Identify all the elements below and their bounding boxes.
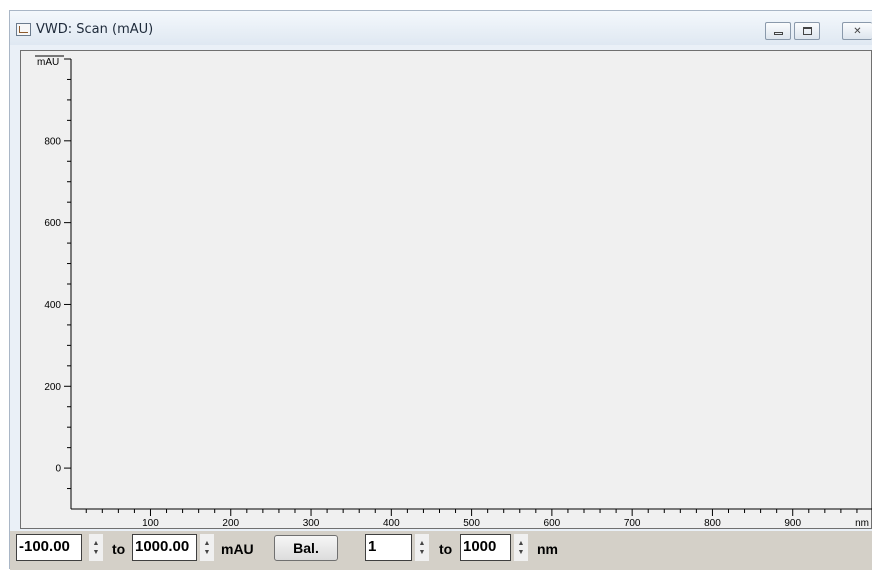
x-tick-label: 800 (704, 518, 721, 529)
y-tick-label: 0 (55, 464, 61, 475)
x-tick-label: 600 (544, 518, 561, 529)
spin-down-icon[interactable]: ▼ (204, 548, 211, 557)
y-min-input[interactable]: -100.00 (16, 534, 82, 561)
spin-up-icon[interactable]: ▲ (518, 539, 525, 548)
spin-down-icon[interactable]: ▼ (93, 548, 100, 557)
x-tick-label: 700 (624, 518, 641, 529)
x-tick-label: 900 (784, 518, 801, 529)
scan-window: VWD: Scan (mAU) ✕ 0 200 400 600 800 mAU 100 200… (9, 10, 872, 570)
y-tick-label: 800 (44, 136, 61, 147)
y-axis-label: mAU (37, 57, 59, 68)
chart-window-icon[interactable] (16, 23, 31, 36)
x-axis-label: nm (855, 518, 869, 529)
close-icon: ✕ (853, 25, 862, 37)
close-button[interactable]: ✕ (842, 22, 872, 40)
maximize-button[interactable] (794, 22, 820, 40)
y-tick-label: 400 (44, 300, 61, 311)
x-min-spinner[interactable]: ▲ ▼ (415, 534, 429, 561)
x-range-to-label: to (439, 541, 453, 557)
spin-up-icon[interactable]: ▲ (204, 539, 211, 548)
y-min-spinner[interactable]: ▲ ▼ (89, 534, 103, 561)
plot-area[interactable]: 0 200 400 600 800 mAU 100 200 300 400 500 600 700 800… (20, 50, 872, 529)
spin-down-icon[interactable]: ▼ (419, 548, 426, 557)
maximize-icon (802, 27, 812, 35)
x-tick-label: 500 (463, 518, 480, 529)
x-max-input[interactable]: 1000 (460, 534, 511, 561)
scale-controls: -100.00 ▲ ▼ to 1000.00 ▲ ▼ mAU Bal. 1 ▲ … (10, 531, 872, 570)
minimize-icon (773, 32, 783, 35)
y-max-spinner[interactable]: ▲ ▼ (200, 534, 214, 561)
scan-chart: 0 200 400 600 800 mAU 100 200 300 400 500 600 700 800… (35, 55, 872, 529)
x-tick-label: 200 (222, 518, 239, 529)
y-tick-label: 200 (44, 382, 61, 393)
window-title: VWD: Scan (mAU) (36, 22, 154, 37)
spin-up-icon[interactable]: ▲ (93, 539, 100, 548)
x-max-spinner[interactable]: ▲ ▼ (514, 534, 528, 561)
x-unit-label: nm (537, 541, 558, 557)
y-unit-label: mAU (221, 541, 254, 557)
y-max-input[interactable]: 1000.00 (132, 534, 197, 561)
x-min-input[interactable]: 1 (365, 534, 412, 561)
x-tick-label: 400 (383, 518, 400, 529)
spin-up-icon[interactable]: ▲ (419, 539, 426, 548)
y-tick-label: 600 (44, 218, 61, 229)
x-tick-label: 300 (303, 518, 320, 529)
title-bar[interactable]: VWD: Scan (mAU) ✕ (10, 11, 872, 45)
y-range-to-label: to (112, 541, 126, 557)
spin-down-icon[interactable]: ▼ (518, 548, 525, 557)
minimize-button[interactable] (765, 22, 791, 40)
x-tick-label: 100 (142, 518, 159, 529)
balance-button[interactable]: Bal. (274, 535, 338, 561)
